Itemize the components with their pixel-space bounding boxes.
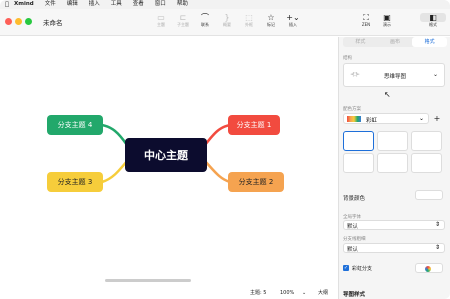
- scheme-option-2[interactable]: [377, 131, 408, 151]
- scheme-option-5[interactable]: [377, 153, 408, 173]
- chevron-down-icon: ⌄: [432, 71, 438, 78]
- outline-toggle[interactable]: 大纲: [318, 289, 328, 296]
- sidebar-icon: ◧: [420, 13, 446, 22]
- tab-style[interactable]: 样式: [343, 37, 378, 47]
- topic-count: 主题: 5: [250, 290, 267, 296]
- scheme-option-1[interactable]: [343, 131, 374, 151]
- mouse-cursor-icon: ↖: [384, 90, 391, 99]
- branch-topic-3[interactable]: 分支主题 3: [47, 172, 103, 192]
- menu-app[interactable]: Xmind: [14, 0, 34, 9]
- zoom-window-button[interactable]: [25, 18, 32, 25]
- horizontal-scrollbar[interactable]: [105, 279, 191, 282]
- format-panel: 样式 画布 格式 结构 ⊰⊱ 思维导图 ⌄ 配色方案 彩虹 ⌄ + 背景颜色 全…: [338, 37, 450, 299]
- mindmap-structure-icon: ⊰⊱: [350, 71, 361, 78]
- menu-edit[interactable]: 编辑: [67, 0, 78, 9]
- zoom-level[interactable]: 100%: [280, 290, 294, 296]
- format-button[interactable]: ◧ 格式: [420, 13, 446, 28]
- tab-format[interactable]: 格式: [412, 37, 448, 47]
- chevron-down-icon: ⌄: [418, 115, 424, 122]
- connector-b4: [101, 123, 129, 146]
- pitch-button[interactable]: ▣ 演示: [374, 13, 400, 28]
- bg-color-swatch[interactable]: [415, 190, 443, 200]
- minimize-window-button[interactable]: [15, 18, 22, 25]
- chevron-updown-icon: ⇕: [434, 244, 440, 251]
- branch-topic-4[interactable]: 分支主题 4: [47, 115, 103, 135]
- branch-line-dropdown[interactable]: 默认 ⇕: [343, 243, 445, 253]
- branch-topic-1[interactable]: 分支主题 1: [228, 115, 280, 135]
- insert-button[interactable]: +⌄ 插入: [280, 13, 306, 28]
- scheme-option-3[interactable]: [411, 131, 442, 151]
- bg-color-label: 背景颜色: [343, 196, 366, 202]
- tab-canvas[interactable]: 画布: [378, 37, 413, 47]
- color-wheel-icon: [425, 265, 431, 272]
- branch-topic-2[interactable]: 分支主题 2: [228, 172, 284, 192]
- structure-label: 结构: [343, 56, 352, 61]
- menu-help[interactable]: 帮助: [177, 0, 188, 9]
- connector-b1: [204, 123, 231, 146]
- app-window:  Xmind 文件 编辑 插入 工具 查看 窗口 帮助 未命名 ▭主题 ⊏子主…: [0, 0, 450, 299]
- connector-b3: [101, 160, 128, 184]
- rainbow-color-picker[interactable]: [415, 263, 443, 273]
- menu-file[interactable]: 文件: [45, 0, 56, 9]
- zoom-menu-chevron-icon[interactable]: ⌄: [302, 290, 306, 296]
- theme-font-dropdown[interactable]: 默认 ⇕: [343, 220, 445, 230]
- plus-icon: +⌄: [286, 13, 300, 22]
- branch-line-label: 分支线粗细: [343, 237, 366, 242]
- central-topic[interactable]: 中心主题: [125, 138, 207, 172]
- rainbow-branch-label: 彩虹分支: [352, 266, 373, 272]
- rainbow-swatch: [347, 116, 361, 122]
- menu-window[interactable]: 窗口: [155, 0, 166, 9]
- mindmap-canvas[interactable]: 中心主题 分支主题 1 分支主题 2 分支主题 3 分支主题 4: [0, 37, 338, 299]
- close-window-button[interactable]: [5, 18, 12, 25]
- document-title: 未命名: [43, 19, 63, 27]
- connector-b2: [204, 160, 231, 184]
- panel-tabs: 样式 画布 格式: [343, 37, 448, 47]
- color-scheme-dropdown[interactable]: 彩虹 ⌄: [343, 113, 429, 124]
- structure-dropdown[interactable]: ⊰⊱ 思维导图 ⌄: [343, 63, 445, 87]
- scheme-option-4[interactable]: [343, 153, 374, 173]
- scheme-label: 配色方案: [343, 107, 361, 112]
- present-icon: ▣: [383, 13, 391, 22]
- map-style-label: 导图样式: [343, 292, 366, 298]
- chevron-updown-icon: ⇕: [434, 221, 440, 228]
- add-scheme-icon[interactable]: +: [432, 114, 442, 124]
- menubar:  Xmind 文件 编辑 插入 工具 查看 窗口 帮助: [0, 0, 450, 9]
- menu-insert[interactable]: 插入: [89, 0, 100, 9]
- scheme-option-6[interactable]: [411, 153, 442, 173]
- menu-view[interactable]: 查看: [133, 0, 144, 9]
- menu-tools[interactable]: 工具: [111, 0, 122, 9]
- apple-icon[interactable]: : [0, 1, 14, 8]
- rainbow-branch-checkbox[interactable]: ✓: [343, 265, 349, 271]
